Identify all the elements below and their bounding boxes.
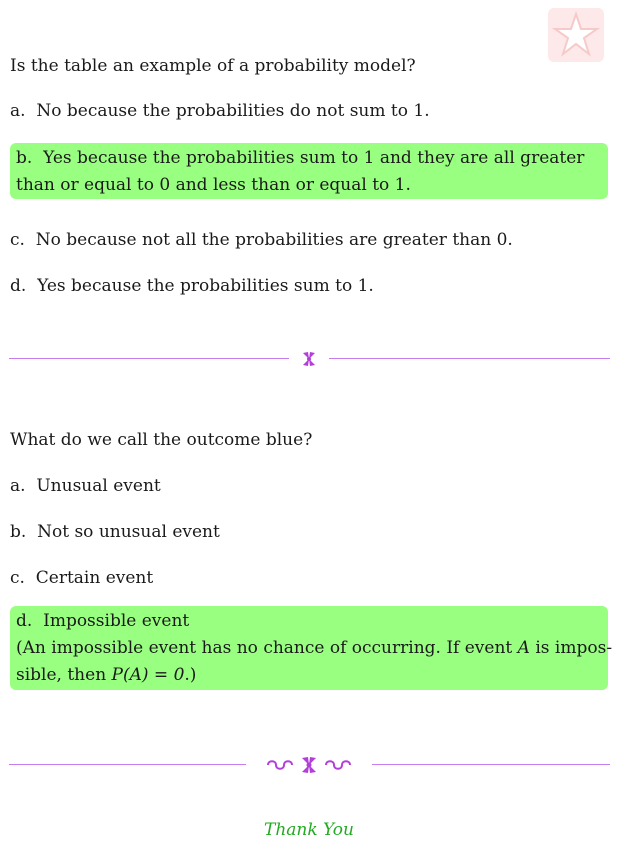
option-text-line-1: Yes because the probabilities sum to 1 a… <box>43 148 585 168</box>
option-text: Unusual event <box>36 476 161 496</box>
option-label: d. <box>10 276 27 296</box>
explanation-line-1: (An impossible event has no chance of oc… <box>16 638 613 658</box>
option-label: d. <box>16 611 33 631</box>
option-text: No because not all the probabilities are… <box>35 230 513 250</box>
probability-formula: P(A) = 0 <box>111 665 185 685</box>
option-label: a. <box>10 101 26 121</box>
thank-you-text: Thank You <box>263 820 354 840</box>
option-label: c. <box>10 230 25 250</box>
option-text: No because the probabilities do not sum … <box>36 101 430 121</box>
option-text-line-2: than or equal to 0 and less than or equa… <box>16 175 411 195</box>
question-1-option-c[interactable]: c. No because not all the probabilities … <box>10 227 513 254</box>
scroll-ornament-icon <box>267 757 351 773</box>
question-1-option-d[interactable]: d. Yes because the probabilities sum to … <box>10 273 374 300</box>
option-label: b. <box>10 522 27 542</box>
option-text: Not so unusual event <box>37 522 220 542</box>
question-1-option-b-correct[interactable]: b. Yes because the probabilities sum to … <box>10 143 608 199</box>
question-2-option-a[interactable]: a. Unusual event <box>10 473 161 500</box>
option-label: c. <box>10 568 25 588</box>
question-2-option-d-correct[interactable]: d. Impossible event (An impossible event… <box>10 606 613 690</box>
question-1-option-a[interactable]: a. No because the probabilities do not s… <box>10 98 430 125</box>
option-text: Certain event <box>35 568 154 588</box>
option-text: Yes because the probabilities sum to 1. <box>37 276 374 296</box>
flower-ornament-icon <box>303 352 315 366</box>
question-2-option-c[interactable]: c. Certain event <box>10 565 153 592</box>
option-label: a. <box>10 476 26 496</box>
option-text: Impossible event <box>43 611 190 631</box>
explanation-line-2: sible, then P(A) = 0.) <box>16 665 197 685</box>
question-2-prompt: What do we call the outcome blue? <box>10 430 313 450</box>
question-1-prompt: Is the table an example of a probability… <box>10 56 416 76</box>
section-divider <box>9 349 610 369</box>
footer-divider <box>9 755 610 775</box>
star-logo-icon <box>548 8 604 62</box>
question-2-option-b[interactable]: b. Not so unusual event <box>10 519 220 546</box>
option-label: b. <box>16 148 33 168</box>
